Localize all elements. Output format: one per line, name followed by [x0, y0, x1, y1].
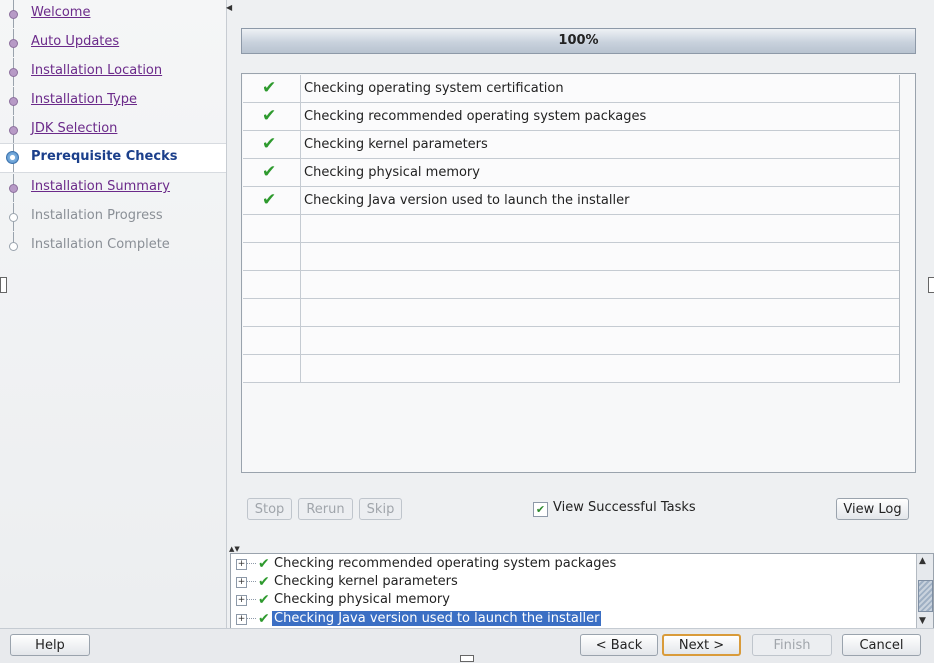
- check-icon: ✔: [258, 592, 270, 608]
- step-label[interactable]: Auto Updates: [31, 34, 119, 49]
- step-node-icon: [9, 39, 18, 48]
- log-item-label: Checking Java version used to launch the…: [272, 611, 602, 626]
- expand-icon[interactable]: +: [236, 577, 247, 588]
- back-button[interactable]: < Back: [580, 634, 658, 656]
- step-node-icon: [9, 213, 18, 222]
- empty-row: [243, 299, 899, 327]
- check-icon: ✔: [258, 556, 270, 572]
- stop-button[interactable]: Stop: [247, 498, 292, 520]
- step-installation-progress: Installation Progress: [0, 203, 226, 231]
- step-prerequisite-checks[interactable]: Prerequisite Checks: [0, 143, 226, 173]
- prerequisite-checks-table: ✔ Checking operating system certificatio…: [241, 73, 916, 473]
- resize-handle-bottom[interactable]: [460, 655, 474, 662]
- progress-text: 100%: [558, 33, 599, 48]
- step-node-icon: [9, 97, 18, 106]
- log-scrollbar[interactable]: ▲ ▼: [916, 554, 933, 628]
- log-tree-item[interactable]: + ✔ Checking kernel parameters: [231, 573, 917, 591]
- cancel-button[interactable]: Cancel: [842, 634, 921, 656]
- table-row[interactable]: ✔ Checking Java version used to launch t…: [243, 187, 899, 215]
- check-icon: ✔: [262, 162, 277, 182]
- resize-handle-right[interactable]: [928, 277, 934, 293]
- view-successful-tasks-toggle[interactable]: ✔ View Successful Tasks: [533, 500, 696, 517]
- table-row[interactable]: ✔ Checking physical memory: [243, 159, 899, 187]
- log-tree-item[interactable]: + ✔ Checking recommended operating syste…: [231, 555, 917, 573]
- check-icon: ✔: [258, 574, 270, 590]
- scroll-down-icon[interactable]: ▼: [919, 616, 926, 626]
- check-icon: ✔: [262, 190, 277, 210]
- step-label[interactable]: Installation Summary: [31, 179, 170, 194]
- view-log-button[interactable]: View Log: [836, 498, 909, 520]
- step-label[interactable]: Installation Type: [31, 92, 137, 107]
- empty-row: [243, 327, 899, 355]
- step-installation-type[interactable]: Installation Type: [0, 87, 226, 115]
- check-label: Checking kernel parameters: [304, 137, 488, 152]
- wizard-steps-sidebar: Welcome Auto Updates Installation Locati…: [0, 0, 227, 628]
- splitter-arrows-icon[interactable]: ▲▼: [229, 545, 240, 553]
- check-label: Checking Java version used to launch the…: [304, 193, 630, 208]
- step-label[interactable]: JDK Selection: [31, 121, 117, 136]
- step-label: Installation Progress: [31, 208, 163, 223]
- step-welcome[interactable]: Welcome: [0, 0, 226, 28]
- empty-row: [243, 271, 899, 299]
- checks-grid: ✔ Checking operating system certificatio…: [243, 75, 900, 383]
- finish-button[interactable]: Finish: [752, 634, 832, 656]
- step-auto-updates[interactable]: Auto Updates: [0, 29, 226, 57]
- step-installation-location[interactable]: Installation Location: [0, 58, 226, 86]
- step-label[interactable]: Welcome: [31, 5, 90, 20]
- next-button[interactable]: Next >: [662, 634, 741, 656]
- current-step-icon: [6, 151, 19, 164]
- step-node-icon: [9, 10, 18, 19]
- check-icon: ✔: [262, 106, 277, 126]
- step-node-icon: [9, 242, 18, 251]
- check-icon: ✔: [258, 611, 270, 627]
- log-item-label: Checking kernel parameters: [274, 574, 458, 589]
- collapse-sidebar-icon[interactable]: ◀: [226, 3, 232, 12]
- log-item-label: Checking physical memory: [274, 592, 450, 607]
- check-icon: ✔: [262, 134, 277, 154]
- check-label: Checking operating system certification: [304, 81, 564, 96]
- scrollbar-thumb[interactable]: [918, 580, 933, 612]
- empty-row: [243, 243, 899, 271]
- table-row[interactable]: ✔ Checking recommended operating system …: [243, 103, 899, 131]
- log-tree-panel: + ✔ Checking recommended operating syste…: [230, 553, 934, 629]
- step-label[interactable]: Installation Location: [31, 63, 162, 78]
- step-node-icon: [9, 68, 18, 77]
- step-label: Prerequisite Checks: [31, 149, 178, 164]
- log-tree-item-selected[interactable]: + ✔ Checking Java version used to launch…: [231, 610, 917, 628]
- view-successful-tasks-label: View Successful Tasks: [553, 500, 696, 515]
- empty-row: [243, 355, 899, 383]
- check-label: Checking recommended operating system pa…: [304, 109, 647, 124]
- empty-row: [243, 215, 899, 243]
- resize-handle-left[interactable]: [0, 277, 7, 293]
- check-label: Checking physical memory: [304, 165, 480, 180]
- expand-icon[interactable]: +: [236, 559, 247, 570]
- skip-button[interactable]: Skip: [359, 498, 402, 520]
- table-row[interactable]: ✔ Checking operating system certificatio…: [243, 75, 899, 103]
- check-icon: ✔: [262, 78, 277, 98]
- step-node-icon: [9, 184, 18, 193]
- step-label: Installation Complete: [31, 237, 170, 252]
- scroll-up-icon[interactable]: ▲: [919, 556, 926, 566]
- log-item-label: Checking recommended operating system pa…: [274, 556, 617, 571]
- rerun-button[interactable]: Rerun: [298, 498, 353, 520]
- table-row[interactable]: ✔ Checking kernel parameters: [243, 131, 899, 159]
- progress-bar: 100%: [241, 28, 916, 54]
- expand-icon[interactable]: +: [236, 595, 247, 606]
- step-installation-summary[interactable]: Installation Summary: [0, 174, 226, 202]
- log-tree-item[interactable]: + ✔ Checking physical memory: [231, 591, 917, 609]
- view-successful-tasks-checkbox[interactable]: ✔: [533, 502, 548, 517]
- expand-icon[interactable]: +: [236, 614, 247, 625]
- step-jdk-selection[interactable]: JDK Selection: [0, 116, 226, 144]
- help-button[interactable]: Help: [10, 634, 90, 656]
- step-node-icon: [9, 126, 18, 135]
- step-installation-complete: Installation Complete: [0, 232, 226, 260]
